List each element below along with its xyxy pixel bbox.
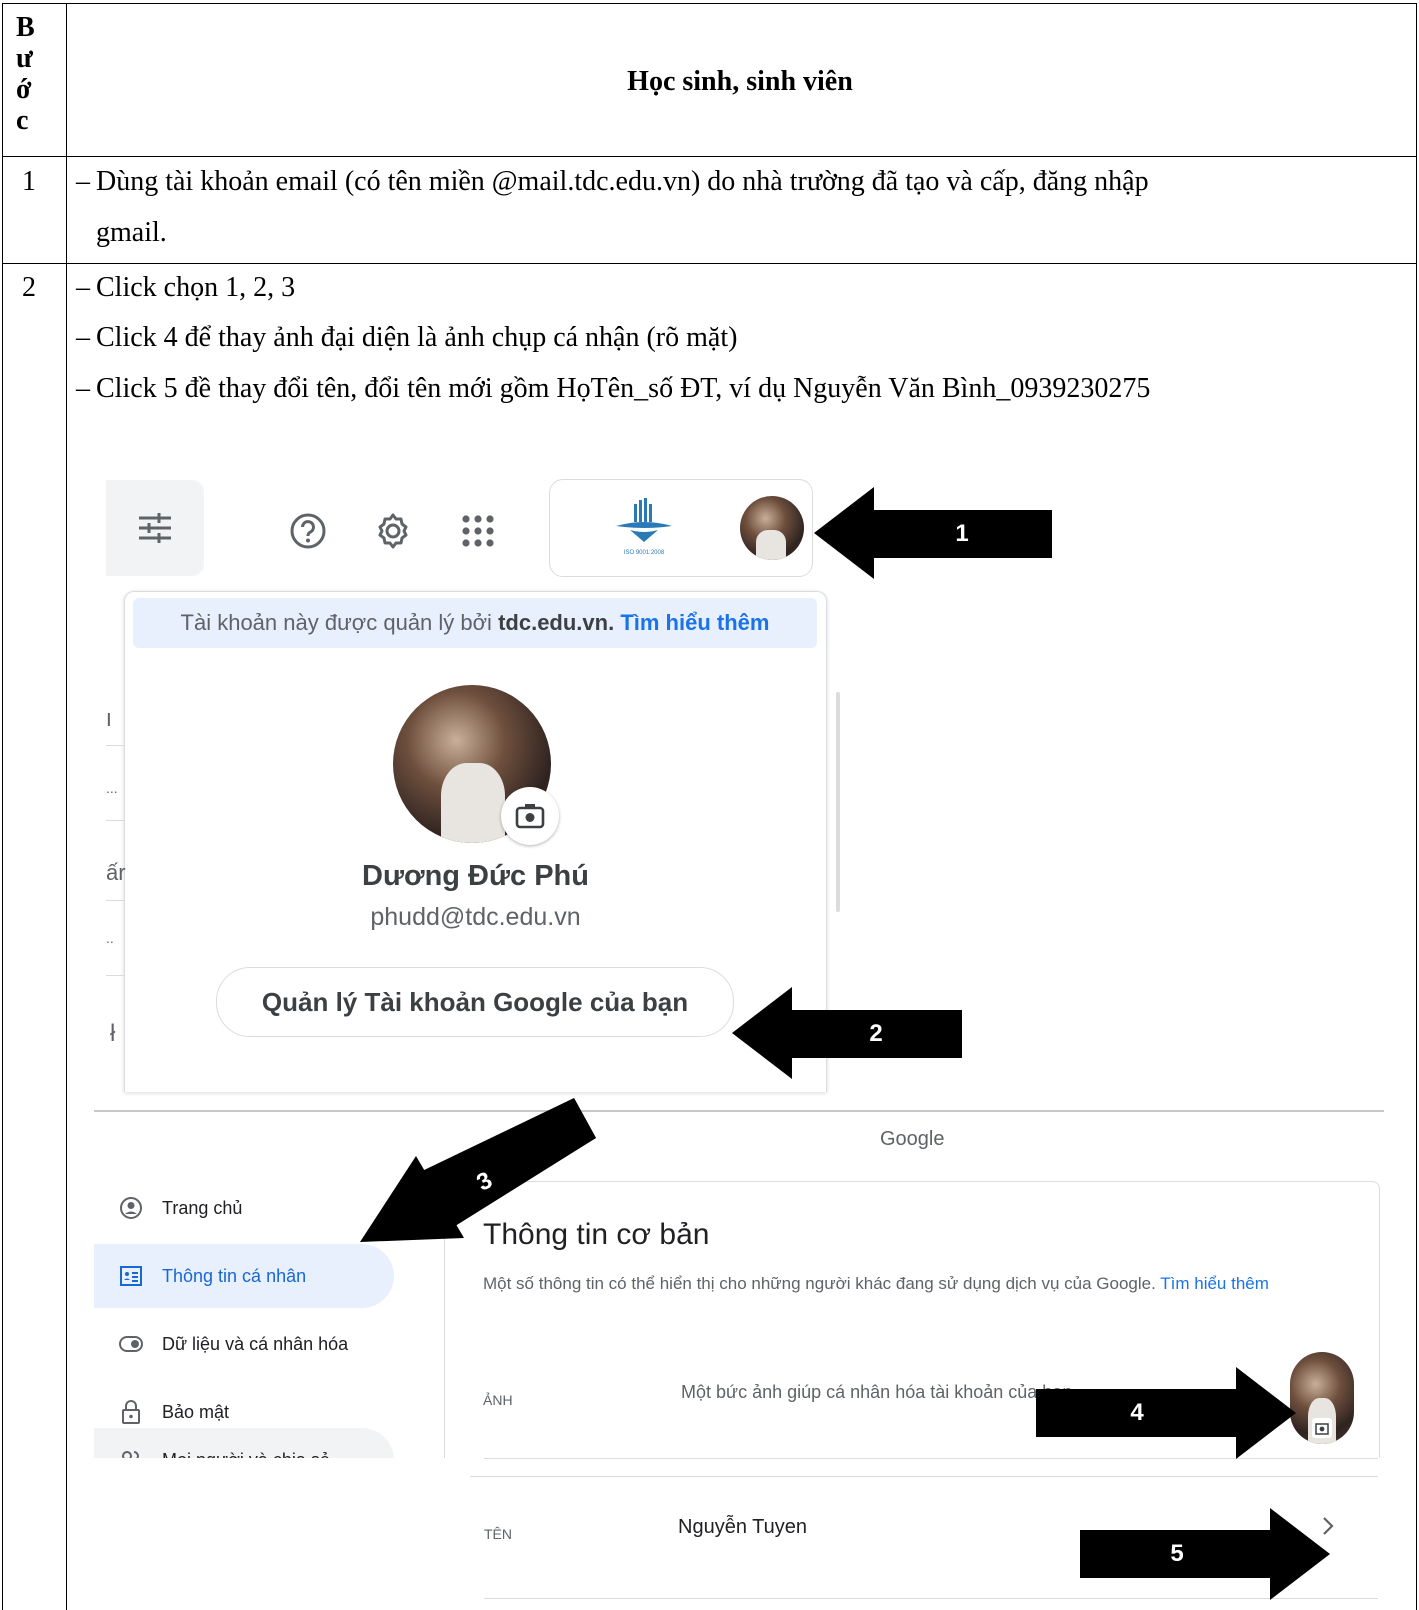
popup-user-name: Dương Đức Phú [362, 860, 589, 892]
step-text: Dùng tài khoản email (có tên miền @mail.… [96, 166, 1149, 197]
header-letter: ớ [16, 74, 32, 105]
school-logo: ISO 9001:2008 [608, 496, 680, 560]
managed-notice: Tài khoản này được quản lý bởi tdc.edu.v… [133, 598, 817, 648]
nav-clip: Mọi người và chia sẻ [94, 1420, 394, 1458]
nav-item-personal-info[interactable]: Thông tin cá nhân [94, 1244, 394, 1308]
account-photo[interactable] [1290, 1352, 1354, 1444]
row-divider [470, 1476, 1378, 1477]
people-icon [118, 1447, 144, 1458]
callout-arrow-head [814, 487, 874, 579]
list-fragment: ł [110, 1020, 116, 1047]
callout-5: 5 [1080, 1530, 1274, 1578]
callout-3: 3 [360, 1092, 600, 1252]
gear-icon [378, 513, 408, 549]
header-letter: c [16, 105, 29, 136]
list-fragment: ... [106, 780, 118, 796]
settings-button[interactable] [374, 512, 412, 550]
nav-item-people-sharing[interactable]: Mọi người và chia sẻ [94, 1428, 394, 1458]
row-divider [484, 1598, 1378, 1599]
apps-grid-icon [462, 515, 494, 547]
google-brand: Google [880, 1128, 945, 1150]
callout-2: 2 [790, 1010, 962, 1058]
nav-item-home[interactable]: Trang chủ [94, 1176, 394, 1240]
managed-domain: tdc.edu.vn. [498, 610, 615, 635]
callout-arrow-head [1236, 1367, 1296, 1459]
apps-button[interactable] [459, 512, 497, 550]
nav-item-label: Trang chủ [162, 1197, 243, 1218]
list-divider [106, 900, 124, 901]
table-column-divider [66, 3, 67, 1610]
table-row-divider [2, 156, 1417, 157]
learn-more-link[interactable]: Tìm hiểu thêm [620, 610, 769, 636]
step-text: Click chọn 1, 2, 3 [96, 272, 296, 303]
list-divider [106, 975, 124, 976]
nav-item-label: Mọi người và chia sẻ [162, 1450, 330, 1459]
search-options-button[interactable] [106, 480, 204, 576]
tune-icon [139, 513, 171, 543]
table-header-title: Học sinh, sinh viên [627, 66, 853, 97]
table-border-left [2, 3, 3, 1610]
header-divider [94, 1110, 1384, 1112]
section-learn-more-link[interactable]: Tìm hiểu thêm [1160, 1274, 1269, 1293]
step-text: Click 4 để thay ảnh đại diện là ảnh chụp… [96, 322, 738, 353]
photo-description: Một bức ảnh giúp cá nhân hóa tài khoản c… [681, 1382, 1073, 1402]
list-fragment: ו [106, 706, 112, 731]
step-number: 1 [22, 166, 36, 197]
list-fragment: .. [106, 930, 114, 946]
header-letter: ư [16, 43, 33, 74]
callout-label: 5 [1170, 1540, 1184, 1567]
bullet-dash: – [76, 166, 90, 197]
camera-icon [1312, 1418, 1332, 1438]
toggle-icon [118, 1331, 144, 1357]
name-label: TÊN [484, 1526, 512, 1542]
table-border-top [2, 3, 1417, 4]
step-number: 2 [22, 272, 36, 303]
callout-arrow-head [1270, 1508, 1330, 1600]
account-circle-icon [118, 1195, 144, 1221]
popup-user-email: phudd@tdc.edu.vn [370, 903, 581, 931]
table-row-divider [2, 263, 1417, 264]
list-divider [106, 745, 124, 746]
help-button[interactable] [289, 512, 327, 550]
logo-caption: ISO 9001:2008 [623, 550, 665, 556]
nav-item-data-privacy[interactable]: Dữ liệu và cá nhân hóa [94, 1312, 394, 1376]
callout-label: 4 [1130, 1399, 1144, 1426]
nav-item-label: Dữ liệu và cá nhân hóa [162, 1333, 349, 1354]
name-value: Nguyễn Tuyen [678, 1516, 807, 1538]
id-card-icon [118, 1263, 144, 1289]
help-icon [290, 513, 326, 549]
step-text: Click 5 đề thay đổi tên, đổi tên mới gồm… [96, 373, 1151, 404]
callout-4: 4 [1036, 1389, 1238, 1437]
photo-label: ẢNH [483, 1392, 513, 1408]
profile-avatar[interactable] [740, 496, 804, 560]
managed-notice-text: Tài khoản này được quản lý bởi [180, 610, 492, 635]
header-letter: B [16, 12, 35, 43]
account-popup: Tài khoản này được quản lý bởi tdc.edu.v… [124, 591, 840, 1092]
step-text: gmail. [96, 217, 167, 248]
list-fragment: ấr [106, 860, 126, 885]
camera-icon [515, 804, 545, 829]
bullet-dash: – [76, 373, 90, 404]
section-desc-text: Một số thông tin có thể hiển thị cho nhữ… [483, 1274, 1156, 1293]
bullet-dash: – [76, 272, 90, 303]
section-description: Một số thông tin có thể hiển thị cho nhữ… [483, 1274, 1269, 1294]
bullet-dash: – [76, 322, 90, 353]
step-column-header: B ư ớ c [16, 12, 56, 136]
table-border-right [1416, 3, 1417, 1610]
callout-1: 1 [872, 510, 1052, 558]
popup-scrollbar[interactable] [836, 692, 840, 912]
nav-item-label: Thông tin cá nhân [162, 1265, 307, 1286]
callout-label: 2 [869, 1020, 883, 1047]
callout-label: 1 [955, 520, 969, 547]
change-photo-button[interactable] [501, 787, 559, 845]
callout-arrow-head [732, 987, 792, 1079]
manage-account-button[interactable]: Quản lý Tài khoản Google của bạn [216, 967, 734, 1037]
list-divider [106, 820, 124, 821]
account-chip[interactable]: ISO 9001:2008 [549, 479, 813, 577]
